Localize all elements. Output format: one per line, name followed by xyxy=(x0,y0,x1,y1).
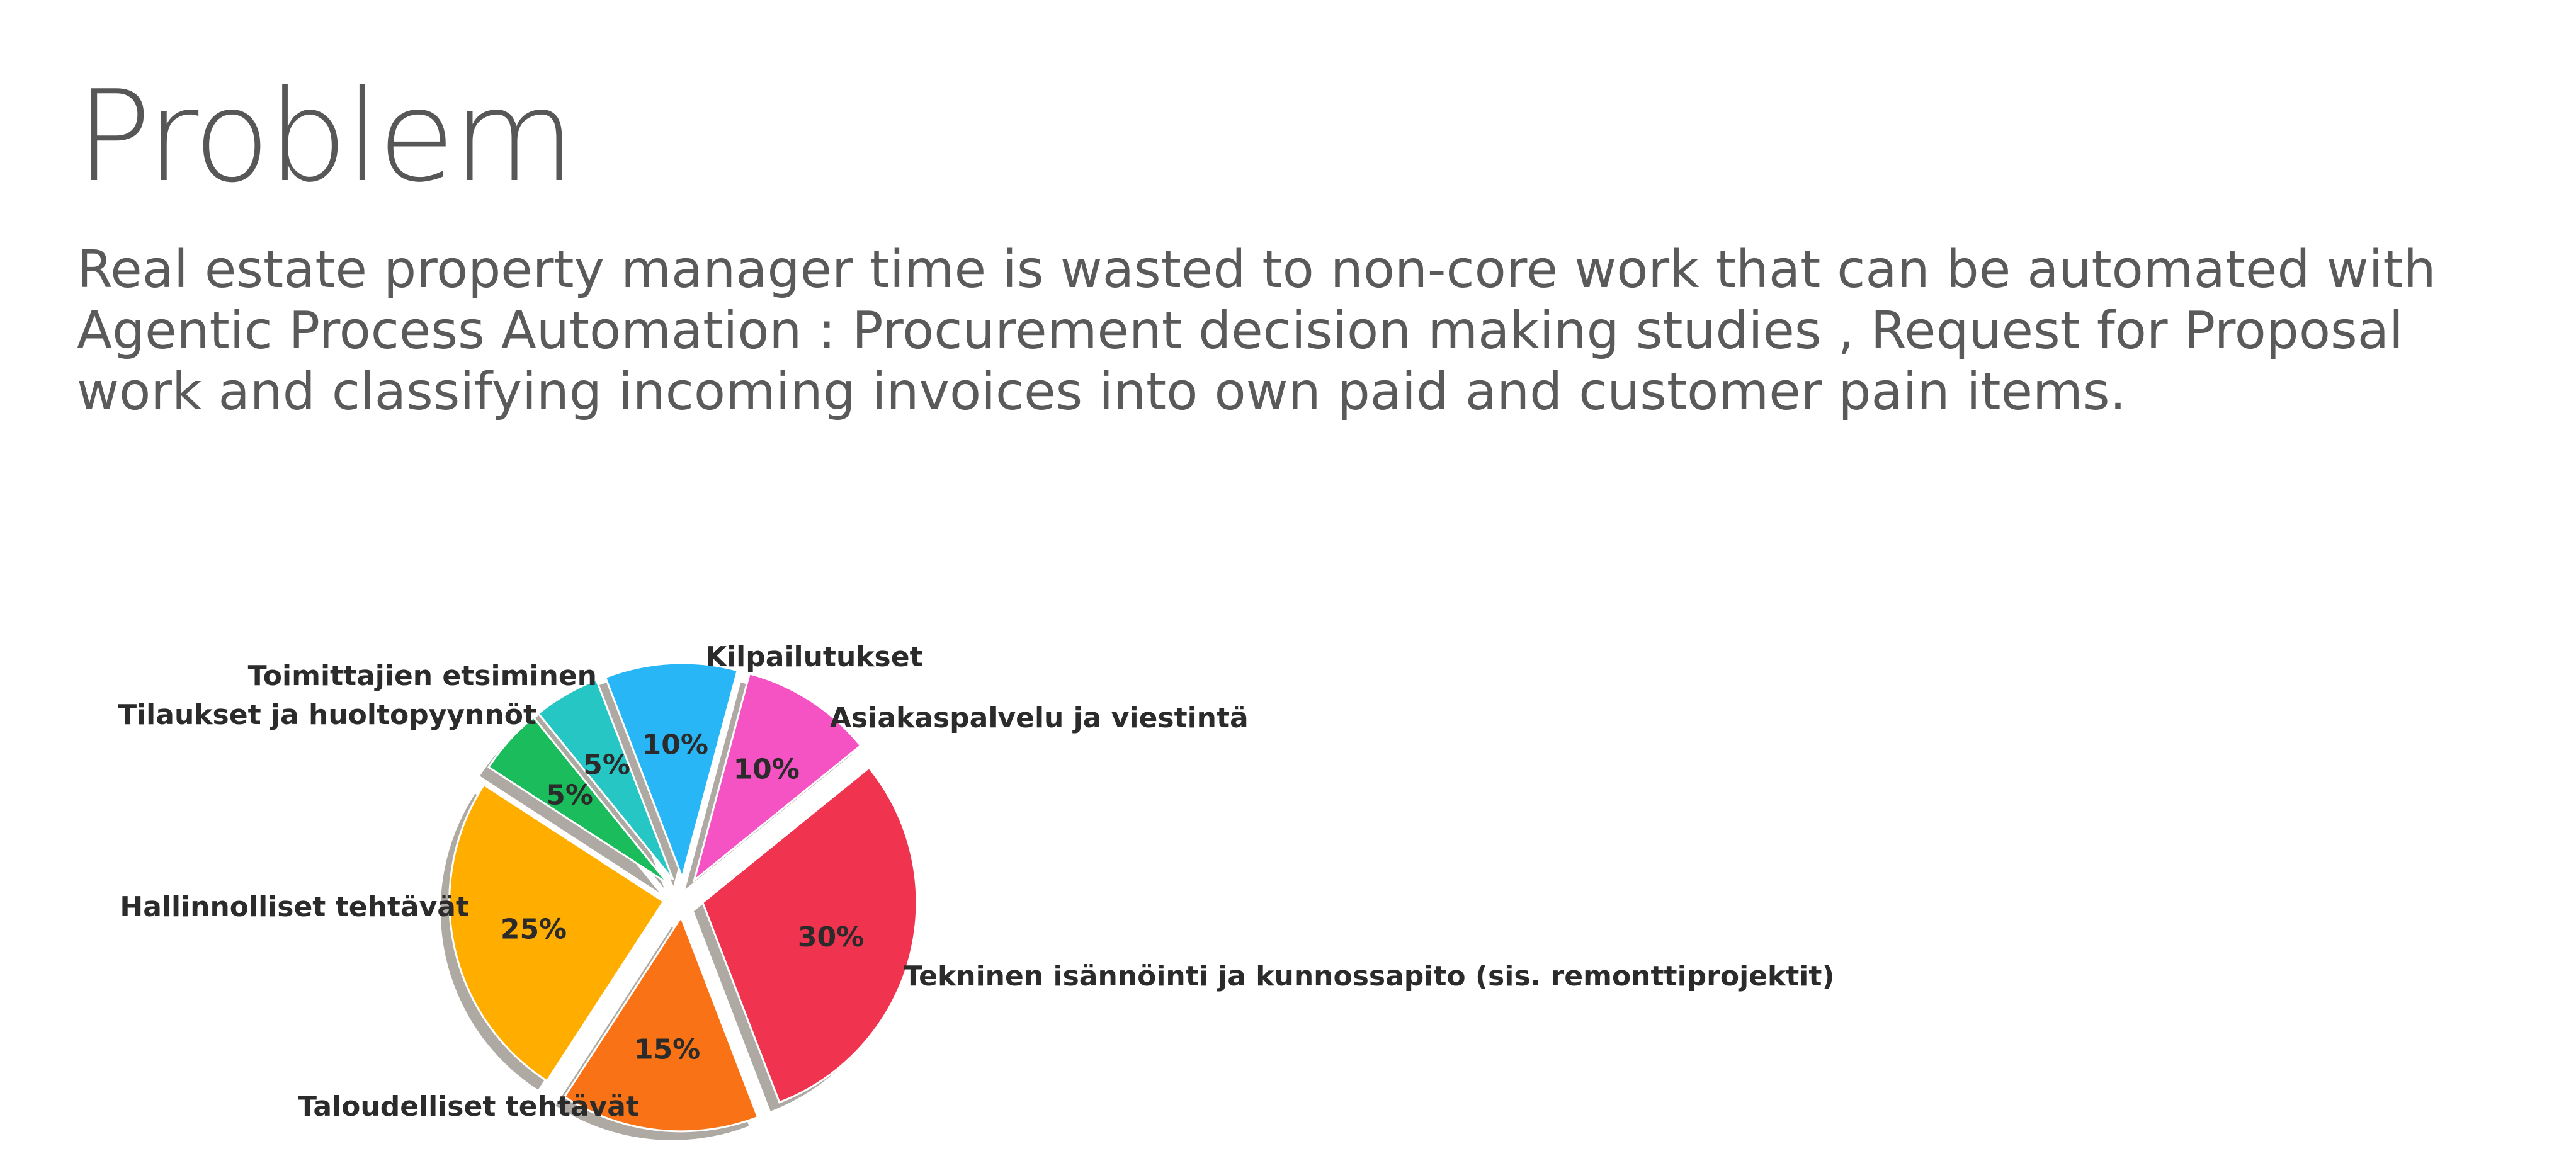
pie-percent-label: 10% xyxy=(642,729,708,761)
pie-percent-label: 15% xyxy=(634,1033,700,1065)
pie-category-label: Taloudelliset tehtävät xyxy=(298,1091,639,1123)
pie-percent-label: 5% xyxy=(546,780,593,812)
pie-category-label: Tilaukset ja huoltopyynnöt xyxy=(118,699,536,731)
pie-category-label-layer: Kilpailutukset Toimittajien etsiminen Tila… xyxy=(118,641,1834,1123)
pie-category-label: Toimittajien etsiminen xyxy=(248,660,597,692)
pie-category-label: Hallinnolliset tehtävät xyxy=(120,891,469,923)
pie-percent-label: 30% xyxy=(798,921,864,953)
pie-chart: 10% 5%5% 25% 15% 30% 10% Kilpailutukset Toimit… xyxy=(118,641,1835,1140)
pie-percent-label: 5% xyxy=(583,749,630,781)
pie-percent-label: 25% xyxy=(501,913,567,945)
pie-category-label: Asiakaspalvelu ja viestintä xyxy=(830,702,1249,734)
pie-category-label: Tekninen isännöinti ja kunnossapito (sis… xyxy=(904,960,1835,992)
pie-category-label: Kilpailutukset xyxy=(705,641,923,673)
pie-percent-label: 10% xyxy=(734,753,800,785)
